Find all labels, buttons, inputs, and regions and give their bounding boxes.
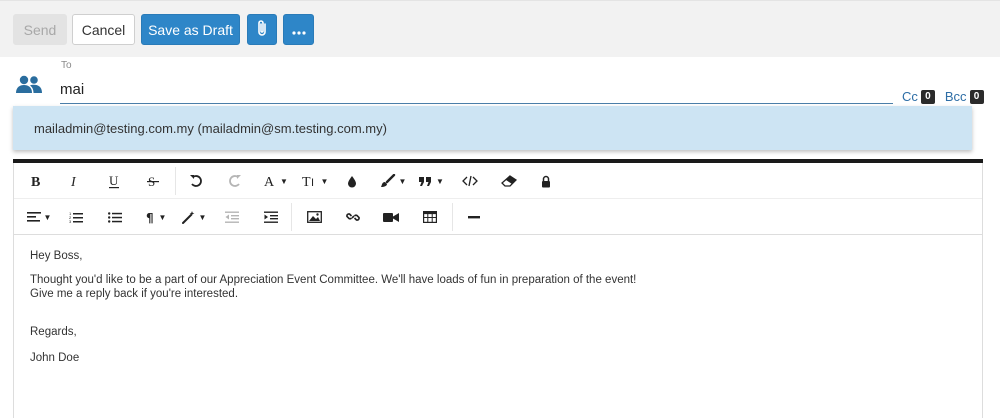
send-button[interactable]: Send	[13, 14, 67, 45]
bold-icon[interactable]: B	[26, 169, 46, 193]
message-body[interactable]: Hey Boss, Thought you'd like to be a par…	[13, 235, 983, 418]
undo-icon[interactable]	[186, 169, 206, 193]
body-line: Give me a reply back if you're intereste…	[30, 288, 239, 300]
bcc-count-badge: 0	[969, 89, 984, 104]
link-icon[interactable]	[342, 205, 364, 229]
body-closing: Regards,	[30, 326, 77, 338]
magic-wand-icon[interactable]: ▼	[179, 205, 209, 229]
cc-link[interactable]: Cc	[902, 89, 918, 104]
redo-icon[interactable]	[225, 169, 245, 193]
svg-text:U: U	[109, 174, 119, 188]
indent-icon[interactable]	[260, 205, 282, 229]
body-greeting: Hey Boss,	[30, 250, 83, 262]
paperclip-icon	[256, 19, 268, 40]
action-toolbar: Send Cancel Save as Draft	[0, 0, 1000, 57]
image-icon[interactable]	[303, 205, 325, 229]
strikethrough-icon[interactable]: S	[143, 169, 163, 193]
ellipsis-icon	[291, 22, 306, 38]
quote-icon[interactable]: ▼	[416, 169, 446, 193]
video-icon[interactable]	[380, 205, 402, 229]
svg-text:B: B	[31, 175, 40, 188]
body-line: Thought you'd like to be a part of our A…	[30, 274, 637, 286]
svg-text:T: T	[302, 175, 311, 188]
bcc-link[interactable]: Bcc	[945, 89, 967, 104]
save-as-draft-button[interactable]: Save as Draft	[141, 14, 240, 45]
eraser-icon[interactable]	[498, 169, 520, 193]
underline-icon[interactable]: U	[104, 169, 124, 193]
svg-text:I: I	[311, 177, 314, 188]
align-left-icon[interactable]: ▼	[24, 205, 54, 229]
svg-text:I: I	[70, 175, 77, 188]
highlight-icon[interactable]: ▼	[376, 169, 410, 193]
cancel-button[interactable]: Cancel	[72, 14, 135, 45]
paragraph-icon[interactable]: ¶ ▼	[141, 205, 171, 229]
contacts-icon[interactable]	[15, 74, 43, 94]
unordered-list-icon[interactable]	[104, 205, 126, 229]
cc-count-badge: 0	[920, 89, 935, 104]
font-size-icon[interactable]: T I ▼	[300, 169, 330, 193]
italic-icon[interactable]: I	[64, 169, 84, 193]
lock-icon[interactable]	[536, 169, 556, 193]
to-input[interactable]	[60, 76, 893, 104]
code-view-icon[interactable]	[459, 169, 481, 193]
cc-bcc-controls: Cc 0 Bcc 0	[902, 89, 984, 104]
attach-button[interactable]	[247, 14, 277, 45]
editor-toolbar: B I U S A▼ TI▼ ▼ ▼	[13, 163, 983, 235]
body-signature: John Doe	[30, 352, 80, 364]
text-color-icon[interactable]	[342, 169, 362, 193]
horizontal-rule-icon[interactable]	[463, 205, 485, 229]
outdent-icon[interactable]	[221, 205, 243, 229]
svg-text:3: 3	[69, 219, 72, 223]
more-options-button[interactable]	[283, 14, 314, 45]
svg-text:¶: ¶	[146, 211, 154, 224]
autocomplete-suggestion[interactable]: mailadmin@testing.com.my (mailadmin@sm.t…	[13, 106, 972, 150]
ordered-list-icon[interactable]: 123	[65, 205, 87, 229]
font-family-icon[interactable]: A ▼	[261, 169, 291, 193]
to-label: To	[61, 60, 72, 71]
suggestion-text: mailadmin@testing.com.my (mailadmin@sm.t…	[34, 120, 387, 136]
table-icon[interactable]	[419, 205, 441, 229]
svg-text:A: A	[264, 175, 275, 188]
